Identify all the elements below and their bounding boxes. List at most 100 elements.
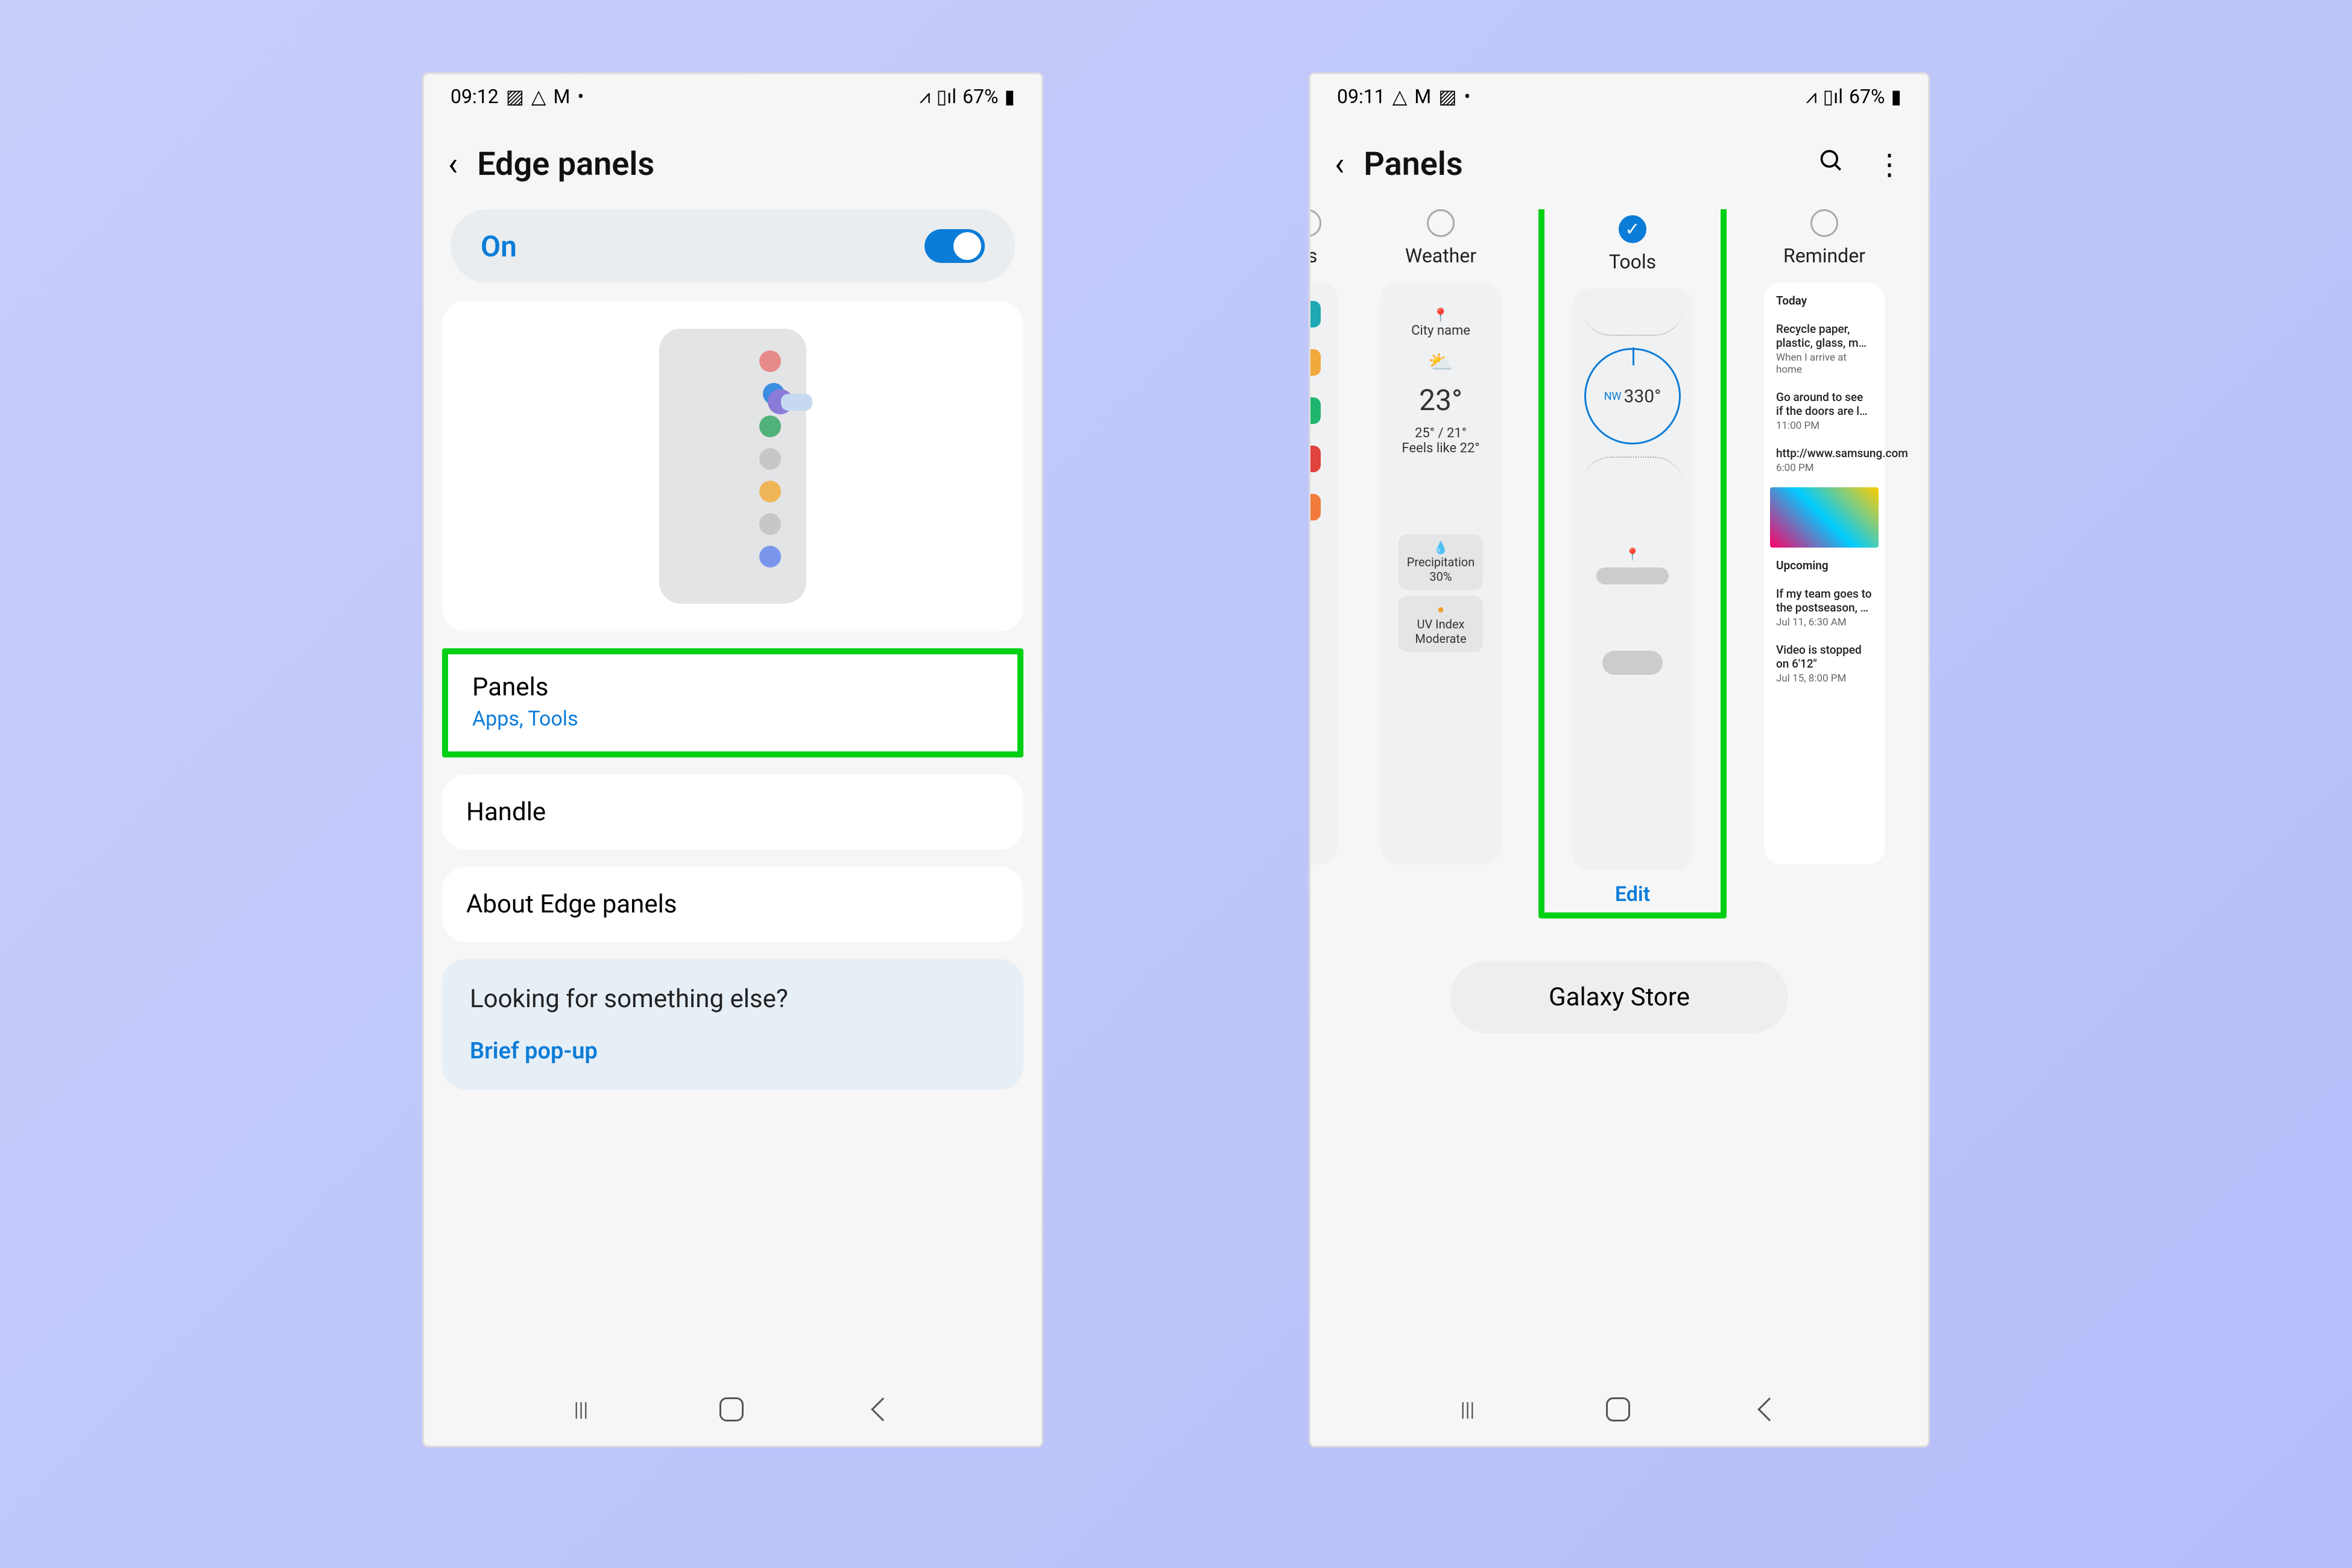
panel-label: Reminder xyxy=(1783,244,1865,267)
app-icon xyxy=(1310,494,1321,520)
panel-weather[interactable]: Weather 📍 City name ⛅ 23° 25° / 21° Feel… xyxy=(1359,209,1523,918)
compass-arc xyxy=(1581,457,1684,487)
app-icon xyxy=(1310,301,1321,327)
panels-subtext: Apps, Tools xyxy=(472,707,993,731)
more-icon: • xyxy=(577,85,584,108)
battery-icon: ▮ xyxy=(1891,85,1902,108)
galaxy-store-button[interactable]: Galaxy Store xyxy=(1450,961,1788,1033)
preview-dot xyxy=(759,513,781,535)
panel-checkbox-checked[interactable]: ✓ xyxy=(1619,215,1646,243)
looking-for-text: Looking for something else? xyxy=(470,984,996,1014)
temperature: 23° xyxy=(1399,383,1483,417)
location-icon: 📍 xyxy=(1625,547,1640,561)
gmail-icon: M xyxy=(554,85,571,108)
feels-like: Feels like 22° xyxy=(1399,441,1483,456)
header: ‹ Panels ⋮ xyxy=(1310,119,1928,209)
panel-checkbox[interactable] xyxy=(1810,209,1838,237)
panel-tasks[interactable]: ks xyxy=(1310,209,1343,918)
phone-edge-panels: 09:12 ▨ △ M • ⩘ ▯ıl 67% ▮ ‹ Edge panels … xyxy=(422,72,1043,1447)
recents-button[interactable]: ||| xyxy=(1461,1398,1475,1421)
page-title: Panels xyxy=(1364,145,1462,183)
home-button[interactable] xyxy=(1606,1397,1630,1421)
edit-link[interactable]: Edit xyxy=(1615,882,1650,906)
panels-item-highlighted[interactable]: Panels Apps, Tools xyxy=(442,648,1023,757)
wifi-icon: ⩘ xyxy=(1806,85,1817,109)
preview-dot xyxy=(759,481,781,502)
panel-tools[interactable]: ✓ Tools NW 330° 📍 xyxy=(1551,215,1715,906)
panel-reminder[interactable]: Reminder Today Recycle paper, plastic, g… xyxy=(1742,209,1906,918)
reminder-row: If my team goes to the postseason, … Jul… xyxy=(1770,582,1879,633)
handle-label: Handle xyxy=(442,774,1023,850)
panel-preview-reminder: Today Recycle paper, plastic, glass, m… … xyxy=(1764,283,1885,864)
back-button[interactable] xyxy=(1757,1397,1781,1421)
location-icon: 📍 xyxy=(1399,308,1483,323)
phone-panels-picker: 09:11 △ M ▨ • ⩘ ▯ıl 67% ▮ ‹ Panels ⋮ ks xyxy=(1309,72,1930,1447)
status-time: 09:12 xyxy=(450,85,499,108)
nav-bar: ||| xyxy=(1310,1373,1928,1446)
about-item[interactable]: About Edge panels xyxy=(442,867,1023,942)
more-menu-icon[interactable]: ⋮ xyxy=(1875,147,1904,182)
panel-checkbox[interactable] xyxy=(1427,209,1455,237)
app-icon xyxy=(1310,349,1321,376)
master-toggle-row[interactable]: On xyxy=(450,209,1015,283)
temp-range: 25° / 21° xyxy=(1399,426,1483,441)
battery-icon: ▮ xyxy=(1004,85,1015,108)
reminder-row: Go around to see if the doors are l… 11:… xyxy=(1770,385,1879,437)
signal-icon: ▯ıl xyxy=(937,85,956,108)
upcoming-header: Upcoming xyxy=(1770,554,1879,577)
status-bar: 09:12 ▨ △ M • ⩘ ▯ıl 67% ▮ xyxy=(424,74,1042,119)
placeholder-pill xyxy=(1602,651,1663,675)
page-title: Edge panels xyxy=(477,145,654,183)
preview-dot xyxy=(759,448,781,470)
panel-preview-tools: NW 330° 📍 xyxy=(1572,289,1693,870)
reminder-image xyxy=(1770,487,1879,548)
status-bar: 09:11 △ M ▨ • ⩘ ▯ıl 67% ▮ xyxy=(1310,74,1928,119)
drive-icon: △ xyxy=(1393,85,1408,108)
panel-checkbox[interactable] xyxy=(1310,209,1321,237)
image-icon: ▨ xyxy=(506,85,524,108)
search-icon[interactable] xyxy=(1818,147,1845,182)
placeholder-bar xyxy=(1596,567,1669,584)
back-icon[interactable]: ‹ xyxy=(1335,145,1344,183)
panels-carousel[interactable]: ks Weather 📍 City name ⛅ xyxy=(1310,209,1889,937)
city-name: City name xyxy=(1399,323,1483,338)
today-header: Today xyxy=(1770,289,1879,312)
header: ‹ Edge panels xyxy=(424,119,1042,209)
weather-icon: ⛅ xyxy=(1399,350,1483,375)
panel-tools-highlighted: ✓ Tools NW 330° 📍 xyxy=(1538,209,1727,918)
panel-cutoff-right[interactable] xyxy=(1922,209,1928,918)
recents-button[interactable]: ||| xyxy=(574,1398,588,1421)
handle-item[interactable]: Handle xyxy=(442,774,1023,850)
preview-dot xyxy=(759,546,781,567)
toggle-switch[interactable] xyxy=(925,229,985,263)
reminder-row: Video is stopped on 6'12" Jul 15, 8:00 P… xyxy=(1770,638,1879,689)
drive-icon: △ xyxy=(531,85,546,108)
back-icon[interactable]: ‹ xyxy=(448,145,458,183)
on-label: On xyxy=(481,229,517,264)
edge-panel-preview xyxy=(442,301,1023,631)
gmail-icon: M xyxy=(1414,85,1431,108)
compass: NW 330° xyxy=(1584,348,1681,444)
panel-label: Tools xyxy=(1609,250,1656,273)
app-icon xyxy=(1310,397,1321,424)
preview-dot xyxy=(759,416,781,437)
reminder-row: http://www.samsung.com 6:00 PM xyxy=(1770,441,1879,479)
battery-pct: 67% xyxy=(1849,85,1885,108)
brief-popup-link[interactable]: Brief pop-up xyxy=(470,1038,996,1064)
back-button[interactable] xyxy=(871,1397,895,1421)
preview-edge-handle xyxy=(781,394,812,411)
preview-dot xyxy=(759,350,781,372)
signal-icon: ▯ıl xyxy=(1823,85,1843,108)
image-icon: ▨ xyxy=(1438,85,1456,108)
panel-label: ks xyxy=(1310,244,1317,267)
panels-label: Panels xyxy=(472,672,993,702)
more-icon: • xyxy=(1464,85,1470,108)
nav-bar: ||| xyxy=(424,1373,1042,1446)
wifi-icon: ⩘ xyxy=(920,85,931,109)
panel-preview-tasks xyxy=(1310,283,1338,864)
compass-arc xyxy=(1581,306,1684,336)
home-button[interactable] xyxy=(719,1397,744,1421)
status-time: 09:11 xyxy=(1337,85,1385,108)
battery-pct: 67% xyxy=(963,85,998,108)
looking-for-card: Looking for something else? Brief pop-up xyxy=(442,959,1023,1090)
